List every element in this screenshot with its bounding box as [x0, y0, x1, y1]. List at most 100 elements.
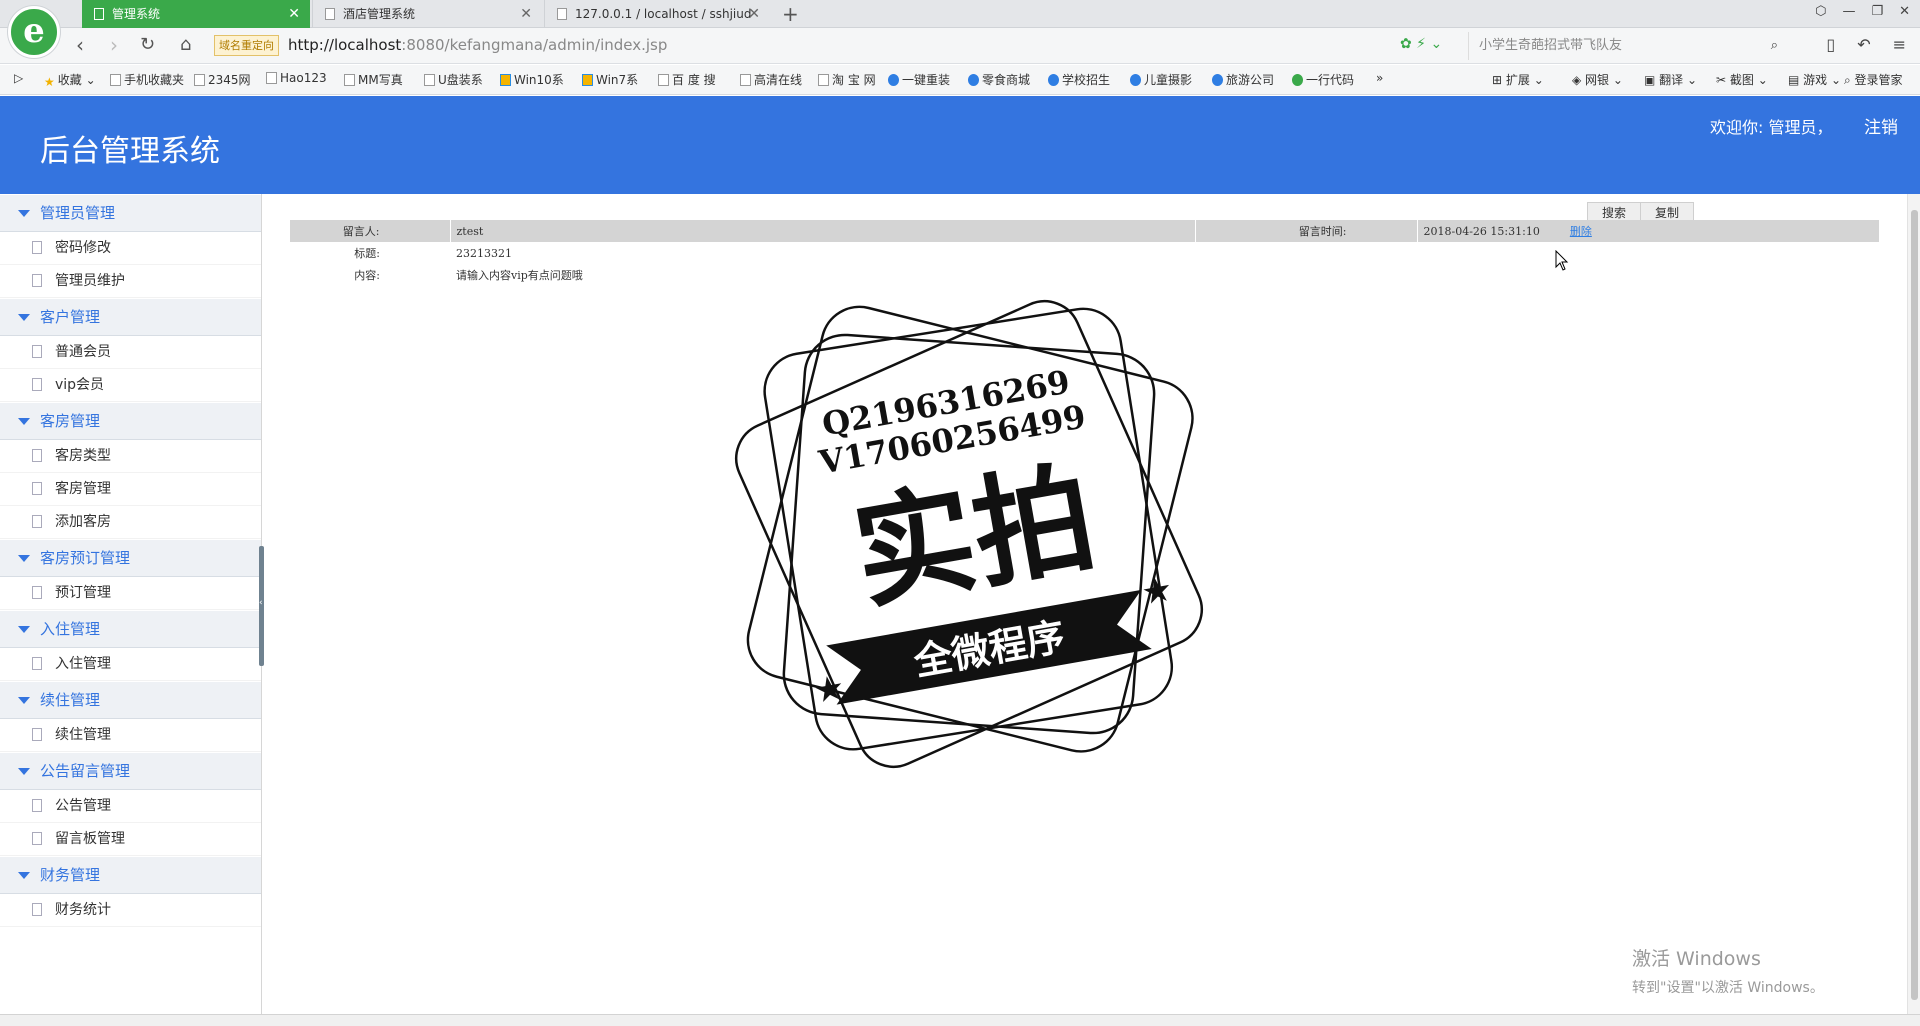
scrollbar-thumb[interactable]: [1911, 210, 1918, 1000]
content-label: 内容:: [354, 269, 380, 282]
sidebar-item-label: vip会员: [55, 377, 105, 393]
minimize-icon[interactable]: —: [1842, 4, 1855, 19]
bookmark-item[interactable]: 学校招生: [1048, 71, 1110, 88]
extensions-tool[interactable]: ⊞ 扩展 ⌄: [1492, 71, 1544, 88]
main-scrollbar[interactable]: [1907, 194, 1920, 1014]
menu-icon[interactable]: ≡: [1893, 35, 1906, 54]
bookmark-item[interactable]: Win7系: [582, 71, 638, 88]
bookmark-item[interactable]: 高清在线: [740, 71, 802, 88]
message-detail-table: 留言人: ztest 留言时间: 2018-04-26 15:31:10 删除 标…: [290, 220, 1880, 286]
sidebar-item-change-password[interactable]: 密码修改: [0, 232, 261, 265]
sidebar-group-header[interactable]: 入住管理: [0, 610, 261, 648]
skin-icon[interactable]: ⬡: [1815, 4, 1826, 19]
browser-logo-icon[interactable]: e: [8, 6, 60, 58]
sidebar-item-label: 留言板管理: [55, 831, 125, 847]
tab-phpmyadmin[interactable]: 127.0.0.1 / localhost / sshjiud ✕: [544, 0, 770, 28]
bookmark-item[interactable]: 2345网: [194, 71, 251, 88]
tab-hotel-system[interactable]: 酒店管理系统 ✕: [312, 0, 542, 28]
bookmark-item[interactable]: Win10系: [500, 71, 564, 88]
close-window-icon[interactable]: ✕: [1899, 4, 1910, 19]
sidebar-group-header[interactable]: 客房预订管理: [0, 539, 261, 577]
bookmark-item[interactable]: 一行代码: [1292, 71, 1354, 88]
bookmark-item[interactable]: U盘装系: [424, 71, 483, 88]
sidebar-item-add-room[interactable]: 添加客房: [0, 506, 261, 539]
bookmark-item[interactable]: 百 度 搜: [658, 71, 716, 88]
bookmark-item[interactable]: 旅游公司: [1212, 71, 1274, 88]
sidebar-item-room-types[interactable]: 客房类型: [0, 440, 261, 473]
sidebar-group-header[interactable]: 管理员管理: [0, 194, 261, 232]
app-header: 后台管理系统 欢迎你: 管理员， 注销: [0, 96, 1920, 194]
reload-icon[interactable]: ↻: [140, 34, 155, 56]
sidebar-item-extension-management[interactable]: 续住管理: [0, 719, 261, 752]
games-tool[interactable]: ▤ 游戏 ⌄: [1788, 71, 1841, 88]
back-icon[interactable]: ‹: [76, 34, 84, 56]
sidebar-item-vip-members[interactable]: vip会员: [0, 369, 261, 402]
sidebar-item-finance-stats[interactable]: 财务统计: [0, 894, 261, 927]
redirect-badge[interactable]: 域名重定向: [214, 35, 279, 56]
forward-icon[interactable]: ›: [110, 34, 118, 56]
tool-label: 翻译: [1659, 73, 1684, 87]
security-icon[interactable]: ✿ ⚡ ⌄: [1400, 36, 1442, 52]
document-icon: [32, 728, 42, 741]
sidebar-group-header[interactable]: 公告留言管理: [0, 752, 261, 790]
search-icon[interactable]: ⌕: [1771, 32, 1778, 60]
star-icon: ★: [811, 667, 848, 712]
home-icon[interactable]: ⌂: [180, 34, 191, 56]
sidebar-group-header[interactable]: 续住管理: [0, 681, 261, 719]
windows-icon: [582, 74, 593, 86]
sidebar-toggle-icon[interactable]: ▷: [14, 71, 23, 85]
sidebar-group-rooms: 客房管理 客房类型 客房管理 添加客房: [0, 402, 261, 539]
page-icon: [424, 74, 435, 86]
tool-label: 截图: [1729, 73, 1754, 87]
sidebar-item-booking-management[interactable]: 预订管理: [0, 577, 261, 610]
bookmark-item[interactable]: 儿童摄影: [1130, 71, 1192, 88]
sidebar-item-message-board[interactable]: 留言板管理: [0, 823, 261, 856]
login-manager-tool[interactable]: ⌕ 登录管家: [1844, 71, 1903, 88]
sidebar-group-header[interactable]: 客房管理: [0, 402, 261, 440]
logout-link[interactable]: 注销: [1864, 113, 1898, 138]
sidebar-group-header[interactable]: 客户管理: [0, 298, 261, 336]
bookmark-item[interactable]: 手机收藏夹: [110, 71, 184, 88]
bookmark-item[interactable]: Hao123: [266, 71, 327, 85]
address-bar: ‹ › ↻ ⌂ 域名重定向 http://localhost:8080/kefa…: [0, 28, 1920, 64]
bookmark-item[interactable]: ★ 收藏 ⌄: [44, 71, 96, 89]
sidebar-item-checkin-management[interactable]: 入住管理: [0, 648, 261, 681]
screenshot-tool[interactable]: ✂ 截图 ⌄: [1716, 71, 1768, 88]
delete-link[interactable]: 删除: [1570, 225, 1592, 238]
page-icon: [557, 8, 567, 20]
table-row: 标题: 23213321: [290, 242, 1880, 264]
sidebar-item-label: 续住管理: [55, 727, 111, 743]
reader-icon[interactable]: ▯: [1826, 35, 1835, 54]
sidebar-group-notices: 公告留言管理 公告管理 留言板管理: [0, 752, 261, 856]
new-tab-button[interactable]: +: [782, 2, 799, 26]
page-icon: [194, 74, 205, 86]
document-icon: [32, 241, 42, 254]
close-icon[interactable]: ✕: [288, 0, 300, 28]
close-icon[interactable]: ✕: [748, 0, 760, 28]
sidebar-item-label: 客房管理: [55, 481, 111, 497]
translate-tool[interactable]: ▣ 翻译 ⌄: [1644, 71, 1697, 88]
url-field[interactable]: http://localhost:8080/kefangmana/admin/i…: [288, 36, 667, 54]
bookmark-item[interactable]: 淘 宝 网: [818, 71, 876, 88]
bookmark-label: 儿童摄影: [1144, 73, 1193, 87]
undo-icon[interactable]: ↶: [1857, 35, 1870, 54]
sidebar-item-regular-members[interactable]: 普通会员: [0, 336, 261, 369]
sidebar-item-room-management[interactable]: 客房管理: [0, 473, 261, 506]
restore-icon[interactable]: ❐: [1871, 4, 1883, 19]
sidebar-item-notice-management[interactable]: 公告管理: [0, 790, 261, 823]
sidebar-item-admin-maintenance[interactable]: 管理员维护: [0, 265, 261, 298]
more-bookmarks-button[interactable]: »: [1376, 71, 1383, 85]
search-placeholder: 小学生奇葩招式带飞队友: [1479, 38, 1623, 53]
sidebar-group-header[interactable]: 财务管理: [0, 856, 261, 894]
bookmark-label: MM写真: [358, 73, 403, 87]
search-input[interactable]: 小学生奇葩招式带飞队友 ⌕: [1468, 32, 1788, 60]
bookmark-item[interactable]: 零食商城: [968, 71, 1030, 88]
bookmark-item[interactable]: MM写真: [344, 71, 403, 88]
tab-admin-system[interactable]: 管理系统 ✕: [82, 0, 310, 28]
bank-tool[interactable]: ◈ 网银 ⌄: [1572, 71, 1623, 88]
close-icon[interactable]: ✕: [520, 0, 532, 28]
bookmark-item[interactable]: 一键重装: [888, 71, 950, 88]
sidebar-group-customers: 客户管理 普通会员 vip会员: [0, 298, 261, 402]
document-icon: [32, 482, 42, 495]
sidebar-item-label: 公告管理: [55, 798, 111, 814]
